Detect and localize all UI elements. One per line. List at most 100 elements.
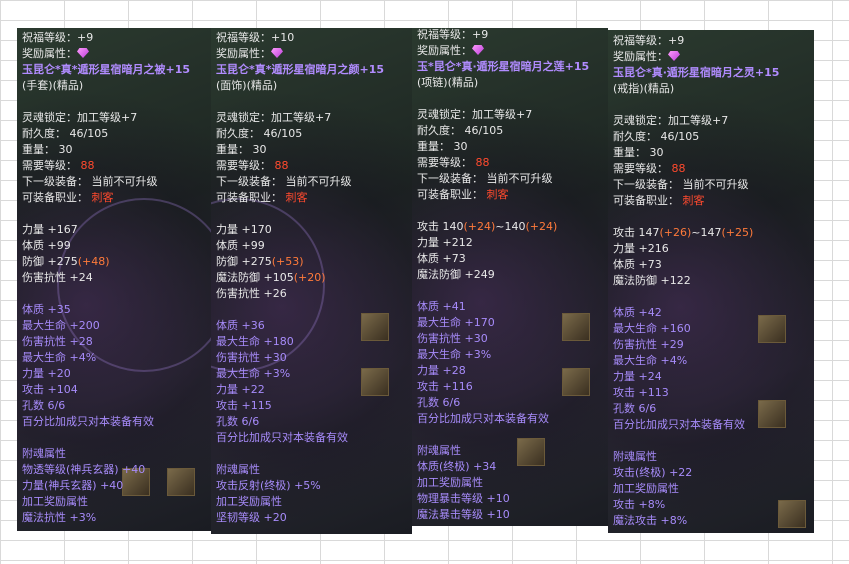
tooltip-line: 攻击 +8% — [613, 498, 665, 512]
tooltip-text: 伤害抗性 +28 — [22, 335, 93, 348]
tooltip-text: 伤害抗性 +29 — [613, 338, 684, 351]
tooltip-line: 耐久度： 46/105 — [216, 127, 302, 141]
tooltip-text: 重量： 30 — [417, 140, 468, 153]
tooltip-line: 灵魂锁定：加工等级+7 — [613, 114, 728, 128]
tooltip-line: 下一级装备： 当前不可升级 — [417, 172, 553, 186]
tooltip-line: 体质 +99 — [22, 239, 71, 253]
tooltip-text: 魔法防御 +122 — [613, 274, 691, 287]
item-tooltip: 祝福等级：+9 奖励属性： 玉昆仑*真·遁形星宿暗月之灵+15 (戒指)(精品) 灵魂锁… — [608, 30, 814, 533]
tooltip-text: 防御 +275 — [22, 255, 78, 268]
tooltip-text: 百分比加成只对本装备有效 — [216, 431, 348, 444]
tooltip-line: 攻击 147(+26)~147(+25) — [613, 226, 753, 240]
tooltip-line: 伤害抗性 +24 — [22, 271, 93, 285]
tooltip-text: 力量 +170 — [216, 223, 272, 236]
tooltip-line: 力量 +24 — [613, 370, 662, 384]
tooltip-text: 耐久度： 46/105 — [417, 124, 504, 137]
tooltip-text: 攻击 +104 — [22, 383, 78, 396]
tooltip-line: 玉昆仑*真*遁形星宿暗月之被+15 — [22, 63, 190, 77]
tooltip-line: 最大生命 +200 — [22, 319, 100, 333]
tooltip-line: 重量： 30 — [22, 143, 73, 157]
tooltip-text: 需要等级： — [613, 162, 672, 175]
tooltip-text: 力量 +167 — [22, 223, 78, 236]
item-tooltip: 祝福等级：+10 奖励属性： 玉昆仑*真*遁形星宿暗月之颜+15 (面饰)(精品) 灵魂… — [211, 28, 412, 534]
tooltip-line: 孔数 6/6 — [216, 415, 259, 429]
tooltip-line: 附魂属性 — [216, 463, 260, 477]
tooltip-text: 体质 +73 — [417, 252, 466, 265]
tooltip-line: 加工奖励属性 — [216, 495, 282, 509]
tooltip-line: 攻击(终极) +22 — [613, 466, 692, 480]
tooltip-text: 需要等级： — [22, 159, 81, 172]
tooltip-line: 最大生命 +170 — [417, 316, 495, 330]
tooltip-text: 体质 +41 — [417, 300, 466, 313]
tooltip-line: 坚韧等级 +20 — [216, 511, 287, 525]
tooltip-text: 耐久度： 46/105 — [22, 127, 109, 140]
tooltip-text: 坚韧等级 +20 — [216, 511, 287, 524]
gem-icon — [77, 48, 89, 58]
highlight-value: (+48) — [77, 255, 110, 268]
tooltip-line: 下一级装备： 当前不可升级 — [22, 175, 158, 189]
tooltip-line: 最大生命 +180 — [216, 335, 294, 349]
tooltip-text: 附魂属性 — [613, 450, 657, 463]
tooltip-text: 可装备职业： — [613, 194, 683, 207]
tooltip-text: 百分比加成只对本装备有效 — [417, 412, 549, 425]
tooltip-line: 奖励属性： — [216, 47, 283, 61]
tooltip-line: 重量： 30 — [216, 143, 267, 157]
highlight-value: (+20) — [293, 271, 326, 284]
tooltip-text: 可装备职业： — [22, 191, 92, 204]
tooltip-line: 需要等级： 88 — [417, 156, 490, 170]
tooltip-text: 下一级装备： 当前不可升级 — [613, 178, 749, 191]
tooltip-text: 灵魂锁定：加工等级+7 — [417, 108, 533, 121]
highlight-value: (+25) — [721, 226, 754, 239]
tooltip-text: 攻击 +113 — [613, 386, 669, 399]
item-tooltip: 祝福等级：+9 奖励属性： 玉*昆仑*真·遁形星宿暗月之莲+15 (项链)(精品) 灵魂… — [412, 28, 608, 526]
tooltip-text: 伤害抗性 +24 — [22, 271, 93, 284]
tooltip-text: (项链)(精品) — [417, 76, 479, 89]
tooltip-text: 加工奖励属性 — [613, 482, 679, 495]
tooltip-line: 祝福等级：+9 — [417, 28, 488, 42]
tooltip-text: 攻击(终极) +22 — [613, 466, 693, 479]
tooltip-line: 百分比加成只对本装备有效 — [22, 415, 154, 429]
tooltip-line: 防御 +275(+53) — [216, 255, 304, 269]
tooltip-text: 攻击反射(终极) +5% — [216, 479, 321, 492]
tooltip-line: 攻击 +113 — [613, 386, 669, 400]
tooltip-line: 重量： 30 — [613, 146, 664, 160]
tooltip-text: 奖励属性： — [22, 47, 77, 60]
tooltip-text: 重量： 30 — [613, 146, 664, 159]
tooltip-text: 重量： 30 — [22, 143, 73, 156]
tooltip-line: 附魂属性 — [417, 444, 461, 458]
tooltip-text: 最大生命 +3% — [216, 367, 291, 380]
tooltip-line: 魔法防御 +122 — [613, 274, 691, 288]
highlight-value: 刺客 — [486, 188, 509, 201]
highlight-value: 刺客 — [91, 191, 114, 204]
tooltip-line: 最大生命 +4% — [22, 351, 96, 365]
tooltip-line: 力量 +20 — [22, 367, 71, 381]
tooltip-line: 力量 +28 — [417, 364, 466, 378]
tooltip-line: 体质 +73 — [417, 252, 466, 266]
tooltip-text: 下一级装备： 当前不可升级 — [417, 172, 553, 185]
tooltip-text: 魔法暴击等级 +10 — [417, 508, 510, 521]
tooltip-line: 魔法防御 +249 — [417, 268, 495, 282]
tooltip-line: 奖励属性： — [22, 47, 89, 61]
tooltip-text: 耐久度： 46/105 — [613, 130, 700, 143]
tooltip-text: 魔法抗性 +3% — [22, 511, 97, 524]
tooltip-line: 玉昆仑*真*遁形星宿暗月之颜+15 — [216, 63, 384, 77]
highlight-value: 刺客 — [682, 194, 705, 207]
tooltip-line: 下一级装备： 当前不可升级 — [216, 175, 352, 189]
tooltip-text: 奖励属性： — [613, 50, 668, 63]
tooltip-line: 耐久度： 46/105 — [613, 130, 699, 144]
tooltip-text: 孔数 6/6 — [216, 415, 260, 428]
tooltip-text: 祝福等级：+9 — [417, 28, 489, 41]
tooltip-line: 孔数 6/6 — [22, 399, 65, 413]
tooltip-line: 体质 +41 — [417, 300, 466, 314]
tooltip-text: 附魂属性 — [417, 444, 461, 457]
tooltip-text: 攻击 +116 — [417, 380, 473, 393]
tooltip-line: 需要等级： 88 — [216, 159, 289, 173]
tooltip-line: 孔数 6/6 — [417, 396, 460, 410]
tooltip-line: 下一级装备： 当前不可升级 — [613, 178, 749, 192]
tooltip-text: 最大生命 +4% — [613, 354, 688, 367]
tooltip-text: 附魂属性 — [22, 447, 66, 460]
tooltip-text: 下一级装备： 当前不可升级 — [22, 175, 158, 188]
tooltip-line: 攻击 +104 — [22, 383, 78, 397]
tooltip-line: 耐久度： 46/105 — [22, 127, 108, 141]
tooltip-text: 最大生命 +3% — [417, 348, 492, 361]
